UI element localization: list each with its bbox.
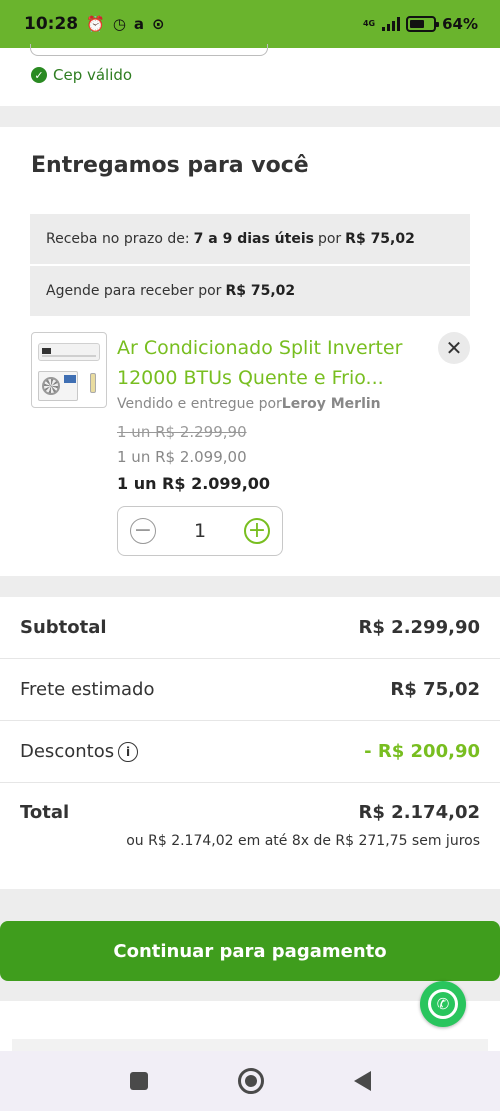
delivery-title: Entregamos para você: [31, 153, 309, 178]
alarm-icon: ⏰: [86, 15, 105, 33]
battery-icon: [406, 16, 440, 32]
delivery-price: R$ 75,02: [345, 231, 415, 247]
whatsapp-button[interactable]: ✆: [420, 981, 466, 1027]
shipping-value: R$ 75,02: [390, 679, 480, 700]
clock-icon: ◷: [112, 15, 126, 33]
delivery-card: Entregamos para você Receba no prazo de:…: [0, 127, 500, 576]
shipping-row: Frete estimado R$ 75,02: [0, 659, 500, 721]
whatsapp-icon: ✆: [428, 989, 458, 1019]
delivery-option-standard[interactable]: Receba no prazo de: 7 a 9 dias úteis por…: [30, 214, 470, 264]
old-price: 1 un R$ 2.299,90: [117, 423, 247, 441]
total-value: R$ 2.174,02: [358, 802, 480, 823]
subtotal-label: Subtotal: [20, 617, 107, 638]
subtotal-value: R$ 2.299,90: [358, 617, 480, 638]
cep-card: ✓ Cep válido: [0, 44, 500, 106]
quantity-value: 1: [193, 520, 207, 542]
discount-label: Descontos: [20, 741, 115, 762]
signal-icon: [382, 17, 401, 31]
recents-button[interactable]: [129, 1072, 148, 1090]
info-icon[interactable]: i: [118, 742, 139, 762]
delivery-option-prefix: Receba no prazo de:: [46, 231, 190, 247]
decrease-quantity-button[interactable]: −: [130, 518, 156, 544]
increase-quantity-button[interactable]: +: [244, 518, 270, 544]
current-price: 1 un R$ 2.099,00: [117, 474, 271, 493]
discount-label-wrap: Descontos i: [20, 741, 139, 762]
discount-value: - R$ 200,90: [364, 741, 480, 762]
product-name[interactable]: Ar Condicionado Split Inverter 12000 BTU…: [117, 333, 417, 393]
product-image[interactable]: [31, 332, 107, 408]
quantity-stepper: − 1 +: [117, 506, 283, 556]
cep-valid-text: Cep válido: [53, 66, 133, 84]
discount-row: Descontos i - R$ 200,90: [0, 721, 500, 783]
status-bar: 10:28 ⏰ ◷ a ⊙ 4G 64%: [0, 0, 500, 48]
delivery-por: por: [317, 231, 342, 247]
subtotal-row: Subtotal R$ 2.299,90: [0, 597, 500, 659]
scheduled-prefix: Agende para receber por: [46, 283, 222, 299]
total-label: Total: [20, 802, 70, 823]
order-summary-card: Subtotal R$ 2.299,90 Frete estimado R$ 7…: [0, 597, 500, 889]
cep-valid-message: ✓ Cep válido: [31, 66, 132, 84]
back-button[interactable]: [353, 1071, 371, 1091]
system-nav-bar: [0, 1051, 500, 1111]
delivery-option-scheduled[interactable]: Agende para receber por R$ 75,02: [30, 266, 470, 316]
unit-price: 1 un R$ 2.099,00: [117, 448, 247, 466]
product-seller: Vendido e entregue porLeroy Merlin: [117, 396, 381, 412]
battery-percent: 64%: [442, 15, 478, 33]
remove-item-button[interactable]: ✕: [438, 332, 470, 364]
network-type: 4G: [362, 19, 376, 28]
check-circle-icon: ✓: [31, 67, 47, 83]
close-icon: ✕: [445, 336, 463, 360]
status-time: 10:28: [24, 14, 79, 34]
continue-to-payment-button[interactable]: Continuar para pagamento: [0, 921, 500, 981]
seller-name: Leroy Merlin: [281, 396, 381, 412]
status-bar-right: 4G 64%: [363, 15, 478, 33]
delivery-deadline: 7 a 9 dias úteis: [193, 231, 314, 247]
home-button[interactable]: [237, 1068, 264, 1094]
total-row: Total R$ 2.174,02: [0, 783, 500, 823]
status-bar-left: 10:28 ⏰ ◷ a ⊙: [24, 14, 165, 34]
timer-icon: ⊙: [152, 15, 165, 33]
battery-fill: [410, 20, 425, 28]
shipping-label: Frete estimado: [20, 679, 155, 700]
scheduled-price: R$ 75,02: [225, 283, 296, 299]
cep-input[interactable]: [30, 44, 268, 56]
amazon-icon: a: [133, 15, 145, 33]
installments-text: ou R$ 2.174,02 em até 8x de R$ 271,75 se…: [126, 833, 480, 849]
seller-prefix: Vendido e entregue por: [117, 396, 282, 412]
